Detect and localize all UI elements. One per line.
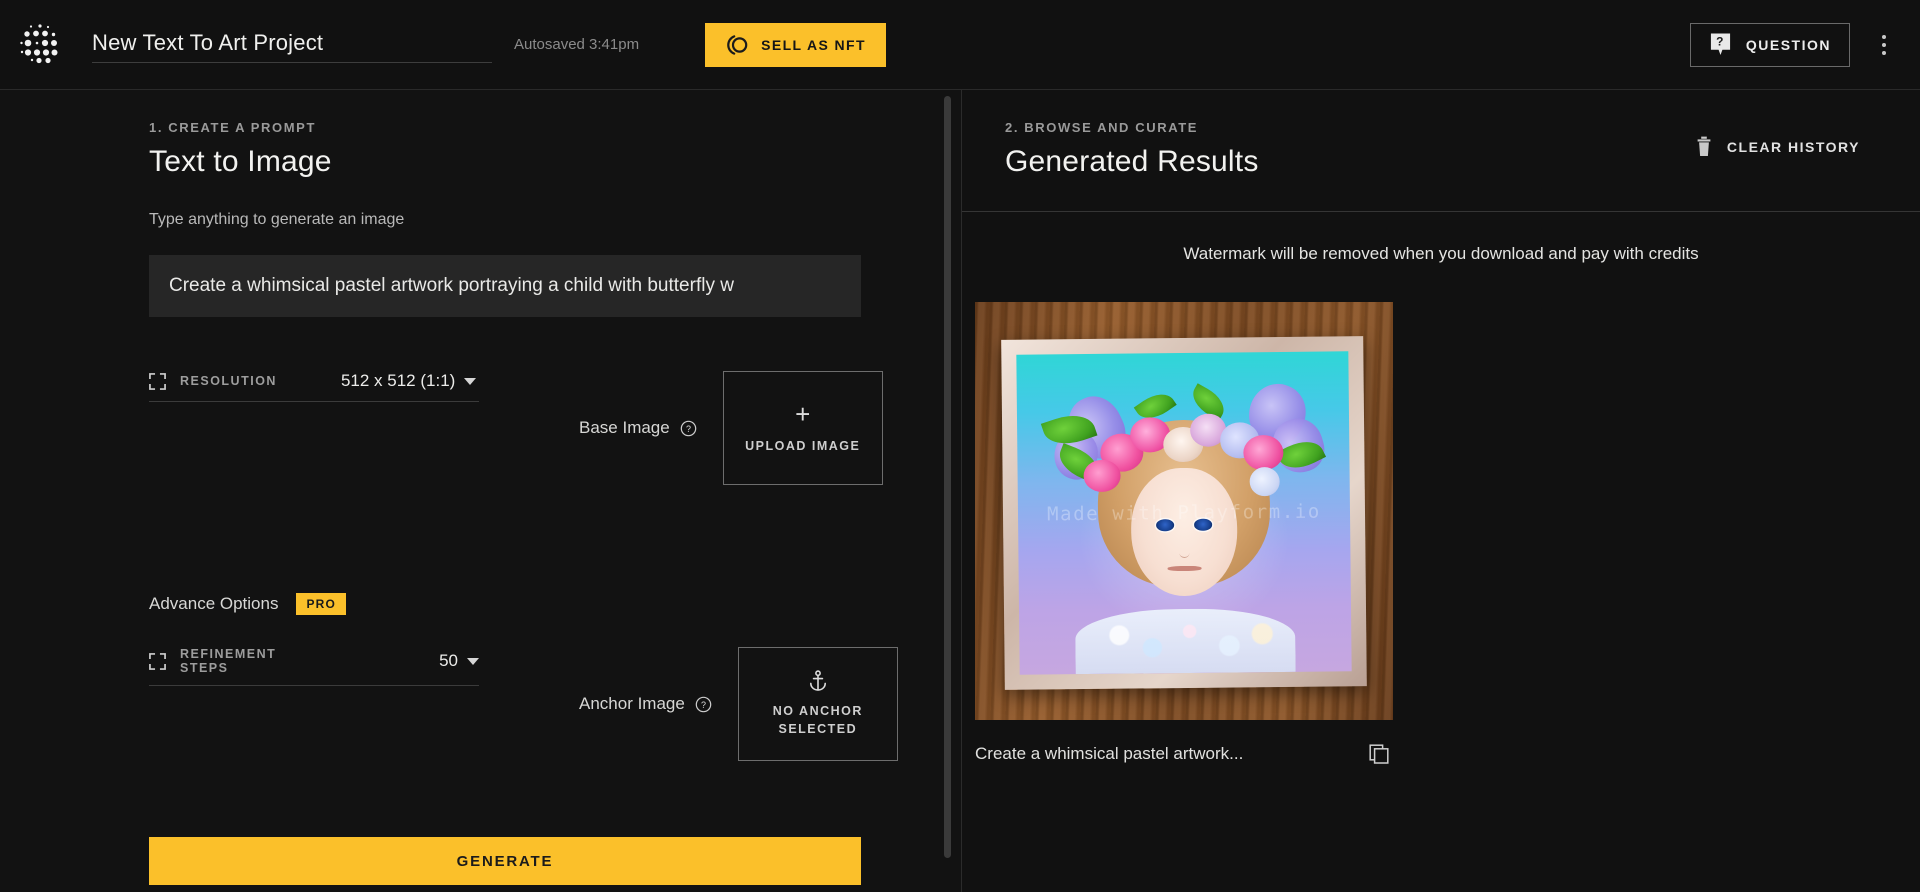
flower [1083, 459, 1121, 492]
base-image-label: Base Image [579, 418, 670, 437]
chevron-down-icon [467, 657, 479, 665]
help-circle-icon[interactable]: ? [695, 696, 712, 713]
kebab-dot [1882, 50, 1886, 55]
anchor-image-group: Anchor Image ? NO ANCHOR SELECTED [579, 647, 898, 761]
svg-text:?: ? [701, 699, 706, 709]
help-circle-icon[interactable]: ? [680, 420, 697, 437]
chevron-down-icon [464, 377, 477, 385]
question-mark-icon: ? [1710, 33, 1730, 56]
watermark-note: Watermark will be removed when you downl… [1183, 244, 1699, 263]
generate-button[interactable]: GENERATE [149, 837, 861, 885]
plus-icon: + [795, 398, 811, 429]
resolution-value: 512 x 512 (1:1) [340, 371, 456, 390]
prompt-hint: Type anything to generate an image [149, 211, 405, 228]
results-header-divider [962, 211, 1920, 212]
svg-text:?: ? [686, 423, 691, 433]
browse-curate-step-label: 2. BROWSE AND CURATE [1005, 120, 1199, 135]
results-panel: 2. BROWSE AND CURATE Generated Results C… [962, 90, 1920, 892]
result-caption-row: Create a whimsical pastel artwork... [975, 742, 1393, 766]
project-title-field[interactable] [92, 30, 492, 63]
no-anchor-selected-label: NO ANCHOR SELECTED [772, 703, 863, 736]
child-eye [1155, 519, 1174, 532]
refinement-steps-row: REFINEMENT STEPS 50 Anchor Image ? NO AN… [149, 647, 961, 761]
pro-badge: PRO [296, 593, 347, 615]
app-logo[interactable] [0, 0, 80, 90]
anchor-image-label: Anchor Image [579, 694, 685, 713]
flower [1242, 435, 1284, 471]
child-dress [1075, 607, 1296, 675]
upload-base-image-dropzone[interactable]: + UPLOAD IMAGE [722, 371, 883, 485]
results-grid: Made with Playform.io Create a whimsical… [962, 302, 1920, 766]
base-image-label-wrap: Base Image ? [579, 418, 697, 438]
more-options-button[interactable] [1864, 23, 1904, 67]
kebab-dot [1882, 34, 1886, 39]
create-prompt-step-label: 1. CREATE A PROMPT [149, 120, 316, 135]
prompt-panel-title: Text to Image [149, 145, 332, 178]
clear-history-button[interactable]: CLEAR HISTORY [1695, 136, 1860, 157]
child-mouth [1167, 565, 1202, 572]
anchor-image-label-wrap: Anchor Image ? [579, 694, 712, 714]
generated-image[interactable]: Made with Playform.io [975, 302, 1393, 720]
resolution-field[interactable]: RESOLUTION 512 x 512 (1:1) [149, 371, 479, 402]
prompt-panel: 1. CREATE A PROMPT Text to Image Type an… [0, 90, 962, 892]
left-panel-scrollbar[interactable] [944, 96, 951, 858]
nft-coin-icon [727, 34, 748, 55]
result-caption: Create a whimsical pastel artwork... [975, 744, 1244, 763]
sell-as-nft-label: SELL AS NFT [761, 36, 866, 53]
copy-prompt-button[interactable] [1369, 742, 1393, 766]
project-title-input[interactable] [92, 30, 492, 56]
svg-text:?: ? [1716, 35, 1725, 49]
trash-icon [1697, 136, 1711, 156]
artwork-canvas: Made with Playform.io [1016, 351, 1352, 675]
question-button[interactable]: ? QUESTION [1689, 22, 1850, 67]
advance-options-title: Advance Options [149, 594, 279, 613]
base-image-group: Base Image ? + UPLOAD IMAGE [579, 371, 883, 485]
prompt-input-box[interactable] [149, 255, 861, 317]
prompt-input[interactable] [169, 275, 841, 297]
picture-frame: Made with Playform.io [1001, 336, 1367, 690]
resolution-row: RESOLUTION 512 x 512 (1:1) Base Image ? [149, 371, 961, 485]
anchor-image-dropzone[interactable]: NO ANCHOR SELECTED [737, 647, 898, 761]
resolution-value-select[interactable]: 512 x 512 (1:1) [340, 371, 477, 391]
autosave-status: Autosaved 3:41pm [514, 36, 640, 53]
results-panel-title: Generated Results [1005, 145, 1259, 178]
results-heading-group: 2. BROWSE AND CURATE Generated Results [1005, 120, 1259, 179]
question-label: QUESTION [1745, 36, 1831, 53]
upload-image-label: UPLOAD IMAGE [745, 438, 861, 453]
main-content: 1. CREATE A PROMPT Text to Image Type an… [0, 90, 1920, 892]
frame-corners-icon [149, 652, 166, 670]
sell-as-nft-button[interactable]: SELL AS NFT [705, 22, 886, 67]
anchor-icon [809, 670, 826, 691]
frame-corners-icon [149, 372, 166, 390]
clear-history-label: CLEAR HISTORY [1726, 138, 1860, 155]
copy-icon [1369, 744, 1389, 764]
refinement-steps-value: 50 [439, 651, 458, 670]
resolution-label: RESOLUTION [180, 374, 277, 388]
refinement-steps-value-select[interactable]: 50 [439, 651, 479, 671]
refinement-steps-field[interactable]: REFINEMENT STEPS 50 [149, 647, 479, 686]
results-header: 2. BROWSE AND CURATE Generated Results C… [962, 90, 1920, 179]
app-header: Autosaved 3:41pm SELL AS NFT ? QUESTION [0, 0, 1920, 90]
dot-grid-logo-icon [20, 23, 58, 63]
refinement-steps-label: REFINEMENT STEPS [180, 647, 277, 675]
kebab-dot [1882, 42, 1886, 47]
result-card[interactable]: Made with Playform.io Create a whimsical… [975, 302, 1393, 766]
advance-options-row[interactable]: Advance Options PRO [149, 593, 961, 615]
header-actions: ? QUESTION [1689, 22, 1920, 67]
